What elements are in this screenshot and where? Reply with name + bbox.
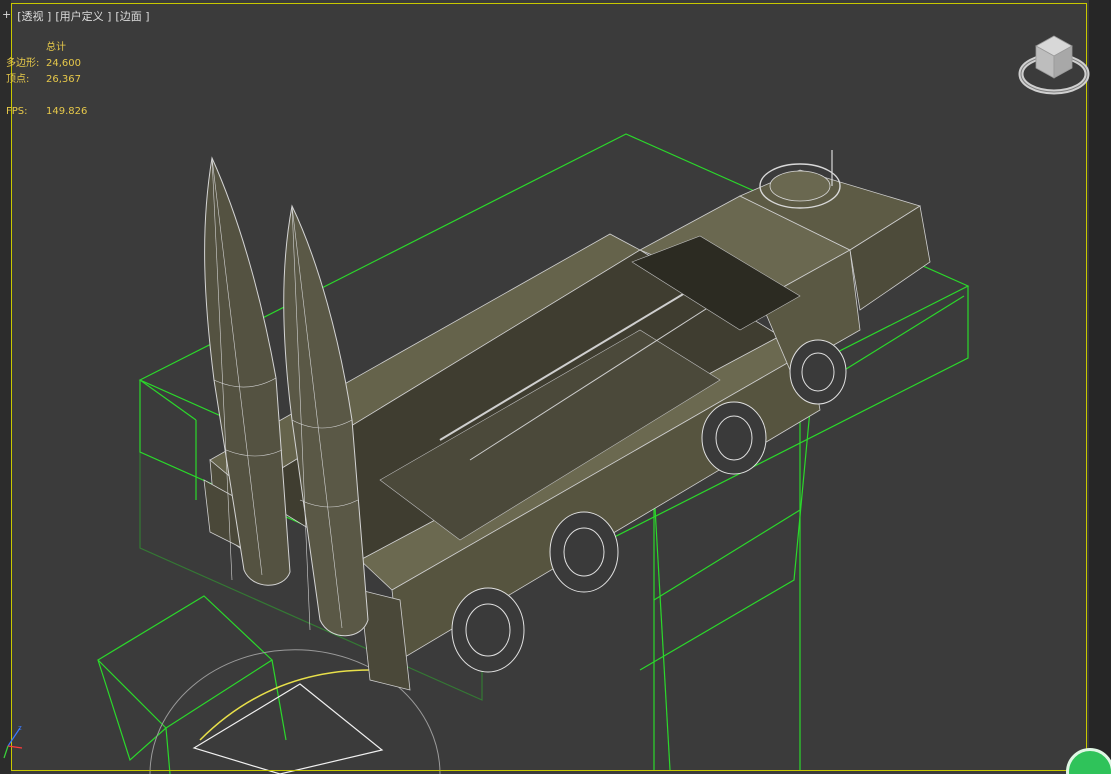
- stats-vertices-value: 26,367: [46, 74, 81, 85]
- stats-polygons-label: 多边形:: [6, 58, 40, 69]
- statistics-overlay: 总计 多边形: 24,600 顶点: 26,367 FPS: 149.826: [6, 40, 87, 120]
- wheel: [701, 401, 767, 475]
- viewport-label-menu: + [透视 ] [用户定义 ] [边面 ]: [0, 8, 150, 24]
- stats-header: 总计: [46, 42, 66, 53]
- stats-polygons-value: 24,600: [46, 58, 81, 69]
- stats-fps-value: 149.826: [46, 106, 88, 117]
- wheel: [789, 339, 847, 405]
- viewport-scrollbar[interactable]: [1089, 0, 1111, 774]
- 3d-viewport[interactable]: + [透视 ] [用户定义 ] [边面 ] 总计 多边形: 24,600 顶点:…: [0, 0, 1111, 774]
- svg-text:z: z: [18, 724, 22, 732]
- axis-tripod-icon: z: [3, 724, 23, 759]
- viewport-view-label[interactable]: [透视 ]: [17, 8, 51, 24]
- stats-fps-label: FPS:: [6, 106, 28, 117]
- viewcube-icon[interactable]: [1018, 34, 1090, 98]
- wheel: [451, 587, 525, 673]
- wheel: [549, 511, 619, 593]
- viewport-style-label[interactable]: [边面 ]: [115, 8, 149, 24]
- stats-vertices-label: 顶点:: [6, 74, 30, 85]
- viewport-shading-label[interactable]: [用户定义 ]: [55, 8, 111, 24]
- viewport-plus-menu[interactable]: +: [0, 8, 13, 24]
- scene-canvas[interactable]: [0, 0, 1111, 774]
- bounding-box-small: [97, 595, 287, 774]
